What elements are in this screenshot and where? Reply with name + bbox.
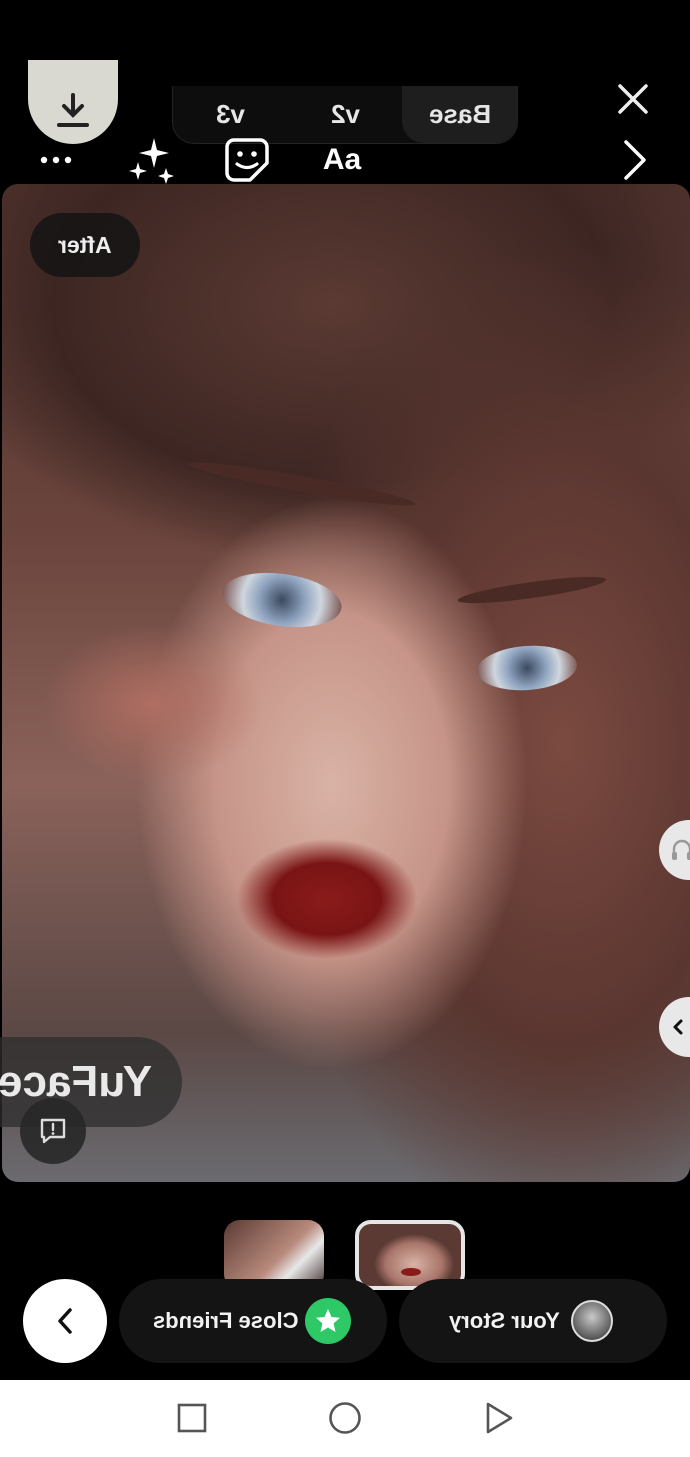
avatar [571,1300,613,1342]
recents-square-icon [177,1403,207,1433]
photo-detail [187,456,417,512]
chevron-left-small-icon [673,1019,683,1035]
report-icon [40,1118,66,1144]
close-friends-button[interactable]: Close Friends [119,1279,387,1363]
thumbnail-detail [401,1268,421,1276]
close-icon [618,84,648,114]
your-story-label: Your Story [449,1308,560,1333]
after-badge[interactable]: After [30,213,140,277]
sticker-button[interactable] [222,130,272,190]
sparkles-icon [129,138,174,184]
headphones-icon [672,839,690,860]
close-friends-badge [305,1298,351,1344]
home-button[interactable] [325,1398,365,1438]
photo-detail [218,565,346,635]
home-circle-icon [329,1402,361,1434]
sticker-icon [225,138,269,182]
text-tool-button[interactable]: Aa [316,130,368,190]
next-button[interactable] [620,130,650,190]
story-photo[interactable] [2,184,690,1182]
your-story-button[interactable]: Your Story [399,1279,667,1363]
recents-button[interactable] [172,1398,212,1438]
system-navbar [0,1380,690,1457]
more-button[interactable] [36,130,76,190]
back-triangle-icon [486,1402,513,1434]
chevron-right-icon [624,140,646,180]
close-button[interactable] [612,78,654,120]
photo-detail [475,642,579,694]
photo-detail [456,571,608,609]
editor-toolbar: Aa [0,130,690,190]
more-dots-icon [40,156,72,164]
back-button[interactable] [23,1279,107,1363]
report-button[interactable] [20,1098,86,1164]
back-nav-button[interactable] [479,1398,519,1438]
download-icon [57,93,89,127]
text-tool-label: Aa [322,143,362,176]
effects-button[interactable] [124,130,180,190]
close-friends-label: Close Friends [153,1308,299,1333]
star-icon [316,1309,340,1332]
chevron-left-icon [58,1308,72,1334]
